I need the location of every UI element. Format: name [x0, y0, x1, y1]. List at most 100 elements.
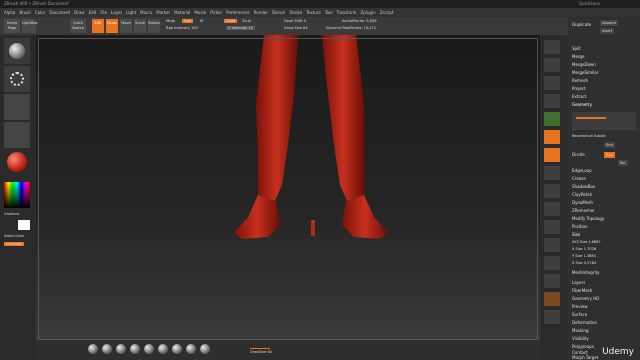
- menu-item[interactable]: Light: [126, 8, 136, 17]
- reconstruct-subdiv-button[interactable]: Reconstruct Subdiv: [572, 134, 606, 138]
- menu-item[interactable]: Zplugin: [361, 8, 376, 17]
- brush-slot-icon[interactable]: [144, 344, 154, 354]
- meshintegrity-subpalette[interactable]: MeshIntegrity: [572, 270, 600, 275]
- fibermesh-subpalette[interactable]: FiberMesh: [572, 288, 592, 293]
- brush-thumbnail[interactable]: [4, 38, 30, 64]
- material-thumbnail[interactable]: [4, 150, 30, 176]
- rgb-toggle[interactable]: Rgb: [182, 19, 194, 23]
- edit-button[interactable]: Edit: [92, 19, 104, 33]
- polygroups-subpalette[interactable]: Polygroups: [572, 344, 594, 349]
- brush-slot-icon[interactable]: [130, 344, 140, 354]
- xyz-icon[interactable]: [544, 166, 560, 180]
- menu-item[interactable]: Color: [35, 8, 45, 17]
- draw-size-slider[interactable]: Draw Size 64: [284, 26, 308, 30]
- x-size-slider[interactable]: X Size 1.7026: [572, 247, 596, 251]
- menu-item[interactable]: Document: [49, 8, 70, 17]
- floor-icon[interactable]: [544, 130, 560, 144]
- scroll-icon[interactable]: [544, 40, 560, 54]
- modify-topology-subpalette[interactable]: Modify Topology: [572, 216, 604, 221]
- menu-item[interactable]: Tool: [325, 8, 333, 17]
- size-subpalette[interactable]: Size: [572, 232, 580, 237]
- draw-button[interactable]: Draw: [106, 19, 118, 33]
- brush-slot-icon[interactable]: [116, 344, 126, 354]
- menu-item[interactable]: Transform: [337, 8, 357, 17]
- aahalf-icon[interactable]: [544, 94, 560, 108]
- menu-item[interactable]: File: [100, 8, 107, 17]
- secondary-color-swatch[interactable]: [18, 220, 30, 230]
- persp-icon[interactable]: [544, 112, 560, 126]
- layers-subpalette[interactable]: Layers: [572, 280, 585, 285]
- append-button[interactable]: Append: [600, 20, 618, 26]
- switch-color-button[interactable]: SwitchColor: [4, 234, 25, 238]
- move-icon[interactable]: [544, 202, 560, 216]
- dynamesh-subpalette[interactable]: DynaMesh: [572, 200, 593, 205]
- remesh-subpalette[interactable]: Remesh: [572, 78, 588, 83]
- split-subpalette[interactable]: Split: [572, 46, 581, 51]
- local-icon[interactable]: [544, 148, 560, 162]
- z-intensity-slider[interactable]: Z Intensity 25: [226, 26, 255, 30]
- menu-item[interactable]: Brush: [19, 8, 31, 17]
- brush-slot-icon[interactable]: [158, 344, 168, 354]
- alternate-button[interactable]: Alternate: [4, 242, 25, 246]
- dynamic-button[interactable]: Dynamic: [326, 26, 342, 30]
- texture-thumbnail[interactable]: [4, 122, 30, 148]
- merge-subpalette[interactable]: Merge: [572, 54, 585, 59]
- menu-item[interactable]: Picker: [210, 8, 222, 17]
- rotate-icon[interactable]: [544, 238, 560, 252]
- masking-subpalette[interactable]: Masking: [572, 328, 589, 333]
- m-toggle[interactable]: M: [200, 19, 203, 23]
- brush-slot-icon[interactable]: [102, 344, 112, 354]
- brush-slot-icon[interactable]: [200, 344, 210, 354]
- solo-icon[interactable]: [544, 292, 560, 306]
- menu-item[interactable]: Zscript: [380, 8, 394, 17]
- scale-button[interactable]: Scale: [134, 19, 146, 33]
- zoom-icon[interactable]: [544, 58, 560, 72]
- suv-toggle[interactable]: Suv: [604, 152, 615, 158]
- edgeloop-subpalette[interactable]: EdgeLoop: [572, 168, 592, 173]
- y-size-slider[interactable]: Y Size 1.3684: [572, 254, 596, 258]
- menu-item[interactable]: Alpha: [4, 8, 15, 17]
- subdivision-sliders[interactable]: [572, 112, 636, 130]
- color-picker[interactable]: [4, 182, 30, 208]
- menu-item[interactable]: Stencil: [272, 8, 286, 17]
- menu-item[interactable]: Stroke: [289, 8, 302, 17]
- menu-item[interactable]: Movie: [194, 8, 206, 17]
- deformation-subpalette[interactable]: Deformation: [572, 320, 597, 325]
- quick-sketch-button[interactable]: Quick Sketch: [70, 19, 86, 33]
- gradient-label[interactable]: Gradient: [4, 212, 19, 216]
- menu-item[interactable]: Render: [254, 8, 268, 17]
- mergesimilar-button[interactable]: MergeSimilar: [572, 70, 598, 75]
- menu-item[interactable]: Edit: [89, 8, 97, 17]
- menu-item[interactable]: Layer: [111, 8, 122, 17]
- position-subpalette[interactable]: Position: [572, 224, 588, 229]
- zremesher-subpalette[interactable]: ZRemesher: [572, 208, 595, 213]
- stroke-thumbnail[interactable]: [4, 66, 30, 92]
- frame-icon[interactable]: [544, 184, 560, 198]
- visibility-subpalette[interactable]: Visibility: [572, 336, 589, 341]
- duplicate-button[interactable]: Duplicate: [572, 22, 591, 27]
- menu-item[interactable]: Macro: [140, 8, 152, 17]
- rgb-intensity-slider[interactable]: Rgb Intensity 100: [166, 26, 198, 30]
- insert-button[interactable]: Insert: [600, 28, 615, 34]
- actual-icon[interactable]: [544, 76, 560, 90]
- xpose-icon[interactable]: [544, 310, 560, 324]
- mergedown-button[interactable]: MergeDown: [572, 62, 596, 67]
- zadd-toggle[interactable]: Zadd: [224, 19, 238, 23]
- rel-toggle[interactable]: Rel: [618, 160, 628, 166]
- menu-item[interactable]: Preferences: [226, 8, 250, 17]
- xyz-size-slider[interactable]: XYZ Size 1.8867: [572, 240, 601, 244]
- project-subpalette[interactable]: Project: [572, 86, 586, 91]
- lightbox-button[interactable]: LightBox: [22, 19, 38, 33]
- zsub-toggle[interactable]: Zsub: [242, 19, 251, 23]
- home-page-button[interactable]: Home Page: [4, 19, 20, 33]
- menu-item[interactable]: Texture: [306, 8, 321, 17]
- morph-target-subpalette[interactable]: Morph Target: [572, 355, 598, 360]
- menu-item[interactable]: Material: [174, 8, 190, 17]
- menu-item[interactable]: Draw: [74, 8, 84, 17]
- extract-subpalette[interactable]: Extract: [572, 94, 586, 99]
- transp-icon[interactable]: [544, 274, 560, 288]
- divide-button[interactable]: Divide: [572, 152, 585, 157]
- geometry-subpalette[interactable]: Geometry: [572, 102, 592, 107]
- preview-subpalette[interactable]: Preview: [572, 304, 588, 309]
- brush-slot-icon[interactable]: [172, 344, 182, 354]
